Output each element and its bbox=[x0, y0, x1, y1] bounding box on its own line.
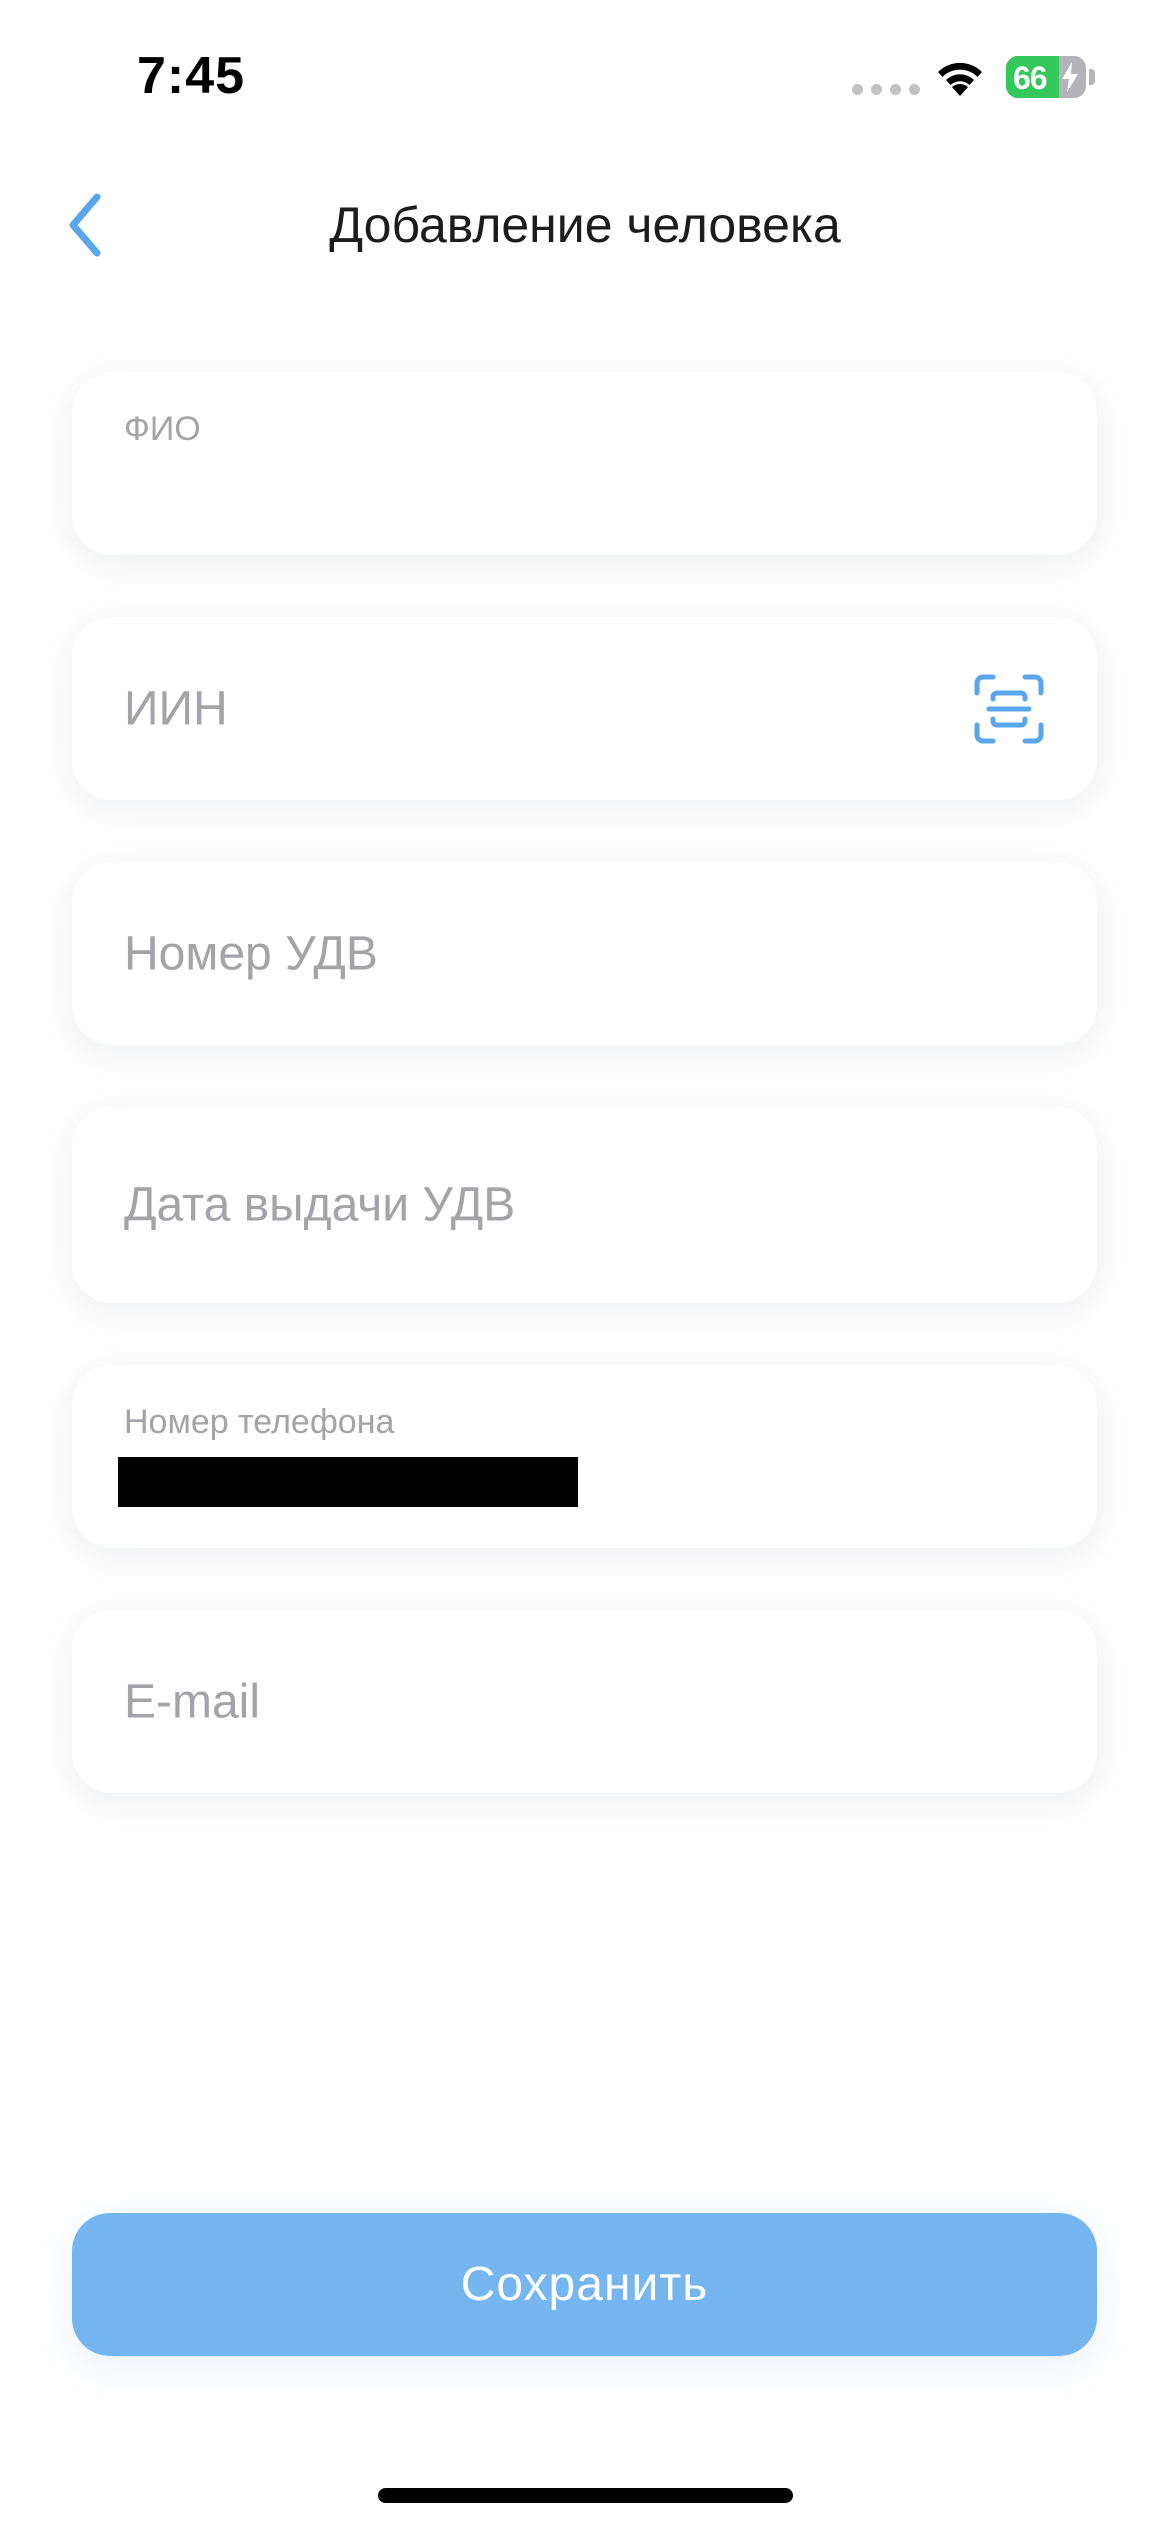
phone-label: Номер телефона bbox=[124, 1403, 395, 1441]
full-name-field[interactable]: ФИО bbox=[72, 372, 1097, 555]
home-indicator bbox=[378, 2488, 793, 2503]
id-issue-date-field[interactable]: Дата выдачи УДВ bbox=[72, 1107, 1097, 1303]
page-title: Добавление человека bbox=[329, 197, 841, 253]
phone-field[interactable]: Номер телефона bbox=[72, 1365, 1097, 1548]
navigation-bar: Добавление человека bbox=[0, 170, 1170, 280]
battery-cap bbox=[1089, 69, 1095, 85]
id-number-placeholder: Номер УДВ bbox=[124, 927, 378, 980]
full-name-input[interactable] bbox=[124, 456, 967, 510]
charging-bolt-icon bbox=[1062, 62, 1078, 92]
status-bar: 7:45 66 bbox=[0, 0, 1170, 150]
battery-level-text: 66 bbox=[1013, 60, 1048, 96]
wifi-icon bbox=[938, 62, 982, 96]
id-issue-date-placeholder: Дата выдачи УДВ bbox=[124, 1178, 516, 1232]
save-button[interactable]: Сохранить bbox=[72, 2213, 1097, 2356]
iin-field[interactable]: ИИН bbox=[72, 617, 1097, 800]
battery-indicator: 66 bbox=[1006, 56, 1086, 98]
cellular-signal-icon bbox=[852, 84, 920, 95]
scan-icon[interactable] bbox=[973, 673, 1045, 745]
phone-value-redacted bbox=[118, 1457, 578, 1507]
iin-placeholder: ИИН bbox=[124, 682, 228, 735]
email-placeholder: E-mail bbox=[124, 1675, 261, 1728]
full-name-label: ФИО bbox=[124, 410, 201, 448]
id-number-field[interactable]: Номер УДВ bbox=[72, 862, 1097, 1045]
status-time: 7:45 bbox=[137, 47, 246, 105]
email-field[interactable]: E-mail bbox=[72, 1610, 1097, 1793]
